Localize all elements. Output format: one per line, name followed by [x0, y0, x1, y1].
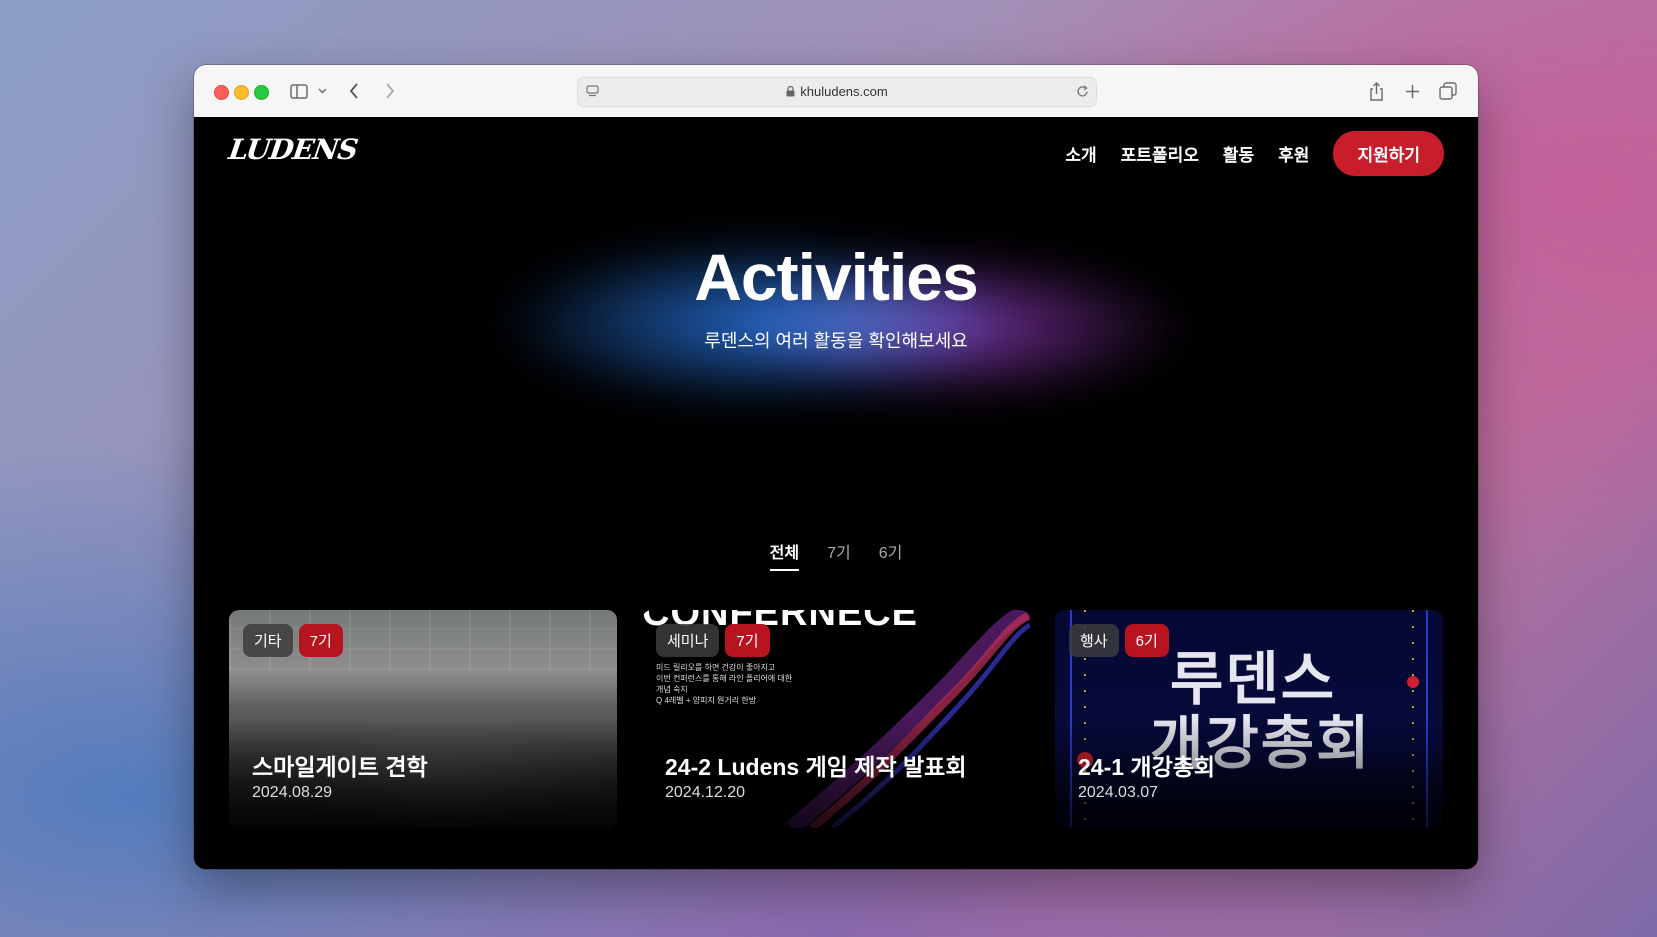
- nav-about[interactable]: 소개: [1065, 141, 1096, 166]
- card-title: 스마일게이트 견학: [252, 754, 428, 780]
- sidebar-toggle-icon[interactable]: [288, 79, 310, 103]
- category-badge: 기타: [243, 624, 293, 657]
- generation-badge: 6기: [1124, 624, 1169, 657]
- card-date: 2024.03.07: [1078, 784, 1159, 801]
- tab-gen-6[interactable]: 6기: [879, 539, 903, 571]
- url-text: khuludens.com: [800, 84, 888, 99]
- reload-icon[interactable]: [1074, 83, 1090, 99]
- lock-icon: [786, 85, 795, 100]
- tab-gen-7[interactable]: 7기: [827, 539, 851, 571]
- page-subtitle: 루덴스의 여러 활동을 확인해보세요: [704, 331, 968, 351]
- category-badge: 행사: [1069, 624, 1119, 657]
- page-title: Activities: [694, 240, 978, 314]
- zoom-window-button[interactable]: [254, 85, 269, 100]
- card-badges: 세미나 7기: [656, 624, 770, 657]
- tab-overview-icon[interactable]: [1438, 79, 1458, 103]
- hero-glow: [364, 187, 1314, 457]
- forward-arrow-icon[interactable]: [380, 79, 400, 103]
- activity-card[interactable]: 루덴스 개강총회 행사 6기 24-1 개강총회 2024.03.07: [1055, 610, 1443, 828]
- site-logo[interactable]: LUDENS: [227, 133, 360, 166]
- generation-badge: 7기: [725, 624, 770, 657]
- card-image-caption: 미드 릴리오를 하면 건강이 좋아지고 이번 컨퍼런스를 통해 라인 플리어에 …: [656, 663, 793, 705]
- main-nav: 소개 포트폴리오 활동 후원 지원하기: [1065, 131, 1444, 176]
- nav-portfolio[interactable]: 포트폴리오: [1121, 141, 1199, 166]
- generation-badge: 7기: [298, 624, 343, 657]
- back-arrow-icon[interactable]: [344, 79, 364, 103]
- apply-button[interactable]: 지원하기: [1333, 131, 1444, 176]
- card-badges: 행사 6기: [1069, 624, 1169, 657]
- category-badge: 세미나: [656, 624, 720, 657]
- address-bar[interactable]: khuludens.com: [577, 77, 1097, 107]
- chevron-down-icon[interactable]: [316, 79, 328, 103]
- nav-activities[interactable]: 활동: [1223, 141, 1254, 166]
- share-icon[interactable]: [1366, 79, 1386, 103]
- activity-card[interactable]: CONFERNECE 미드 릴리오를 하면 건강이 좋아지고 이번 컨퍼런스를 …: [642, 610, 1030, 828]
- new-tab-icon[interactable]: [1402, 79, 1422, 103]
- browser-toolbar: khuludens.com: [194, 65, 1478, 118]
- tab-all[interactable]: 전체: [769, 539, 800, 571]
- generation-filter-tabs: 전체 7기 6기: [194, 539, 1478, 571]
- web-page: LUDENS 소개 포트폴리오 활동 후원 지원하기 Activities 루덴…: [194, 117, 1478, 869]
- card-date: 2024.12.20: [665, 784, 746, 801]
- browser-window: khuludens.com LUDENS 소개 포트폴리오 활동 후원 지원하기…: [194, 65, 1478, 869]
- activity-card[interactable]: 기타 7기 스마일게이트 견학 2024.08.29: [229, 610, 617, 828]
- card-title: 24-1 개강총회: [1078, 754, 1216, 780]
- nav-sponsor[interactable]: 후원: [1278, 141, 1309, 166]
- card-date: 2024.08.29: [252, 784, 333, 801]
- close-window-button[interactable]: [214, 85, 229, 100]
- card-badges: 기타 7기: [243, 624, 343, 657]
- minimize-window-button[interactable]: [234, 85, 249, 100]
- card-title: 24-2 Ludens 게임 제작 발표회: [665, 754, 967, 780]
